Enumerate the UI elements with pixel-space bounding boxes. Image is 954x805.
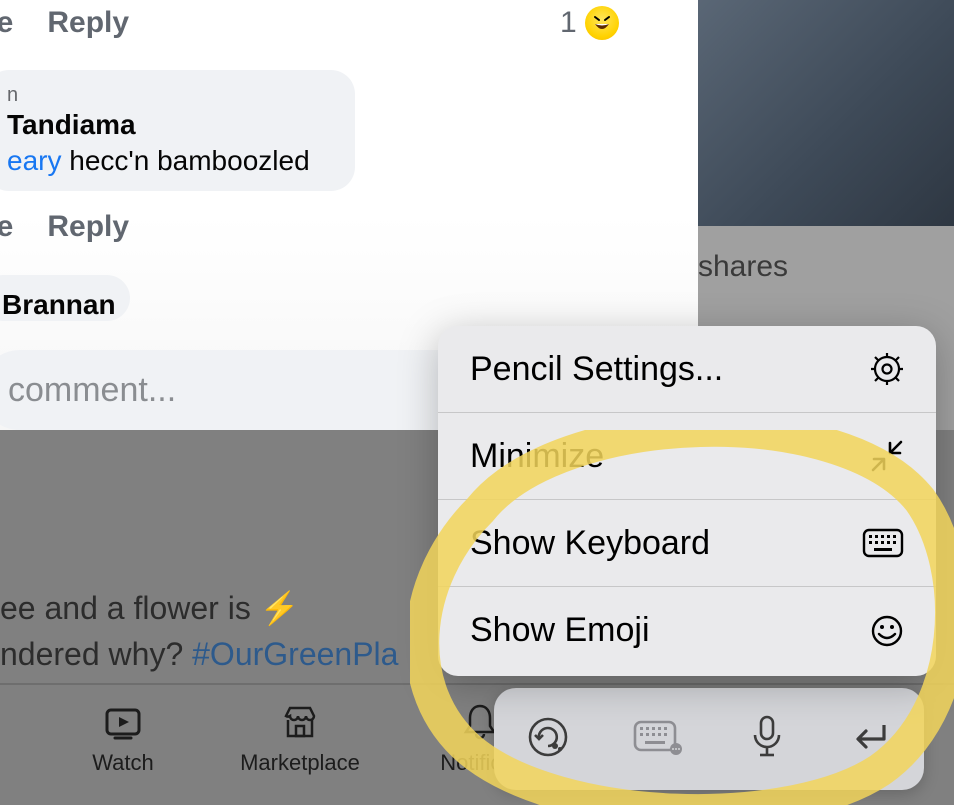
menu-item-show-emoji[interactable]: Show Emoji [438, 587, 936, 674]
nav-tab-label: Watch [58, 750, 188, 776]
menu-item-label: Show Keyboard [470, 524, 710, 563]
marketplace-icon [278, 700, 322, 744]
comment-bubble[interactable]: Brannan [0, 275, 130, 321]
reaction-count[interactable]: 1 [560, 6, 619, 40]
compose-placeholder: comment... [8, 371, 176, 410]
return-icon [848, 717, 894, 757]
comment-actions-row: ke Reply [0, 6, 129, 40]
post-text-fragment-2: ndered why? [0, 636, 192, 672]
like-button[interactable]: ke [0, 210, 13, 244]
comment-meta: n [7, 84, 333, 107]
comment-body-text: hecc'n bamboozled [61, 145, 309, 176]
menu-item-label: Minimize [470, 437, 604, 476]
nav-tab-label: Marketplace [210, 750, 390, 776]
microphone-icon [747, 713, 787, 761]
bolt-icon: ⚡ [260, 590, 300, 626]
watch-icon [101, 700, 145, 744]
shares-count[interactable]: shares [698, 250, 788, 284]
nav-tab-marketplace[interactable]: Marketplace [210, 700, 390, 776]
menu-item-minimize[interactable]: Minimize [438, 413, 936, 500]
floating-keyboard-toolbar [494, 688, 924, 790]
comment-body: eary hecc'n bamboozled [7, 145, 333, 177]
reply-button[interactable]: Reply [47, 210, 129, 244]
hashtag-link[interactable]: #OurGreenPla [192, 636, 398, 672]
comment-author[interactable]: Brannan [2, 289, 108, 321]
reply-button[interactable]: Reply [47, 6, 129, 40]
keyboard-icon [862, 528, 904, 558]
comment-author[interactable]: Tandiama [7, 109, 333, 141]
nav-divider [0, 683, 954, 685]
laughing-emoji-icon [585, 6, 619, 40]
mention-link[interactable]: eary [7, 145, 61, 176]
return-button[interactable] [848, 717, 894, 762]
like-button[interactable]: ke [0, 6, 13, 40]
keyboard-small-icon [632, 717, 686, 757]
comment-actions-row: ke Reply [0, 210, 129, 244]
menu-item-pencil-settings[interactable]: Pencil Settings... [438, 326, 936, 413]
scribble-icon [525, 714, 571, 760]
menu-item-show-keyboard[interactable]: Show Keyboard [438, 500, 936, 587]
comment-bubble[interactable]: n Tandiama eary hecc'n bamboozled [0, 70, 355, 191]
post-image-thumbnail[interactable] [698, 0, 954, 226]
keyboard-context-menu: Pencil Settings... Minimize Show Keyboar… [438, 326, 936, 676]
nav-tab-watch[interactable]: Watch [58, 700, 188, 776]
menu-item-label: Show Emoji [470, 611, 650, 650]
keyboard-toggle-button[interactable] [632, 717, 686, 762]
post-text-fragment: ee and a flower is [0, 590, 260, 626]
gear-icon [870, 352, 904, 386]
emoji-face-icon [870, 614, 904, 648]
menu-item-label: Pencil Settings... [470, 350, 723, 389]
dictation-button[interactable] [747, 713, 787, 766]
minimize-icon [870, 439, 904, 473]
scribble-undo-button[interactable] [525, 714, 571, 765]
reaction-number: 1 [560, 6, 577, 40]
